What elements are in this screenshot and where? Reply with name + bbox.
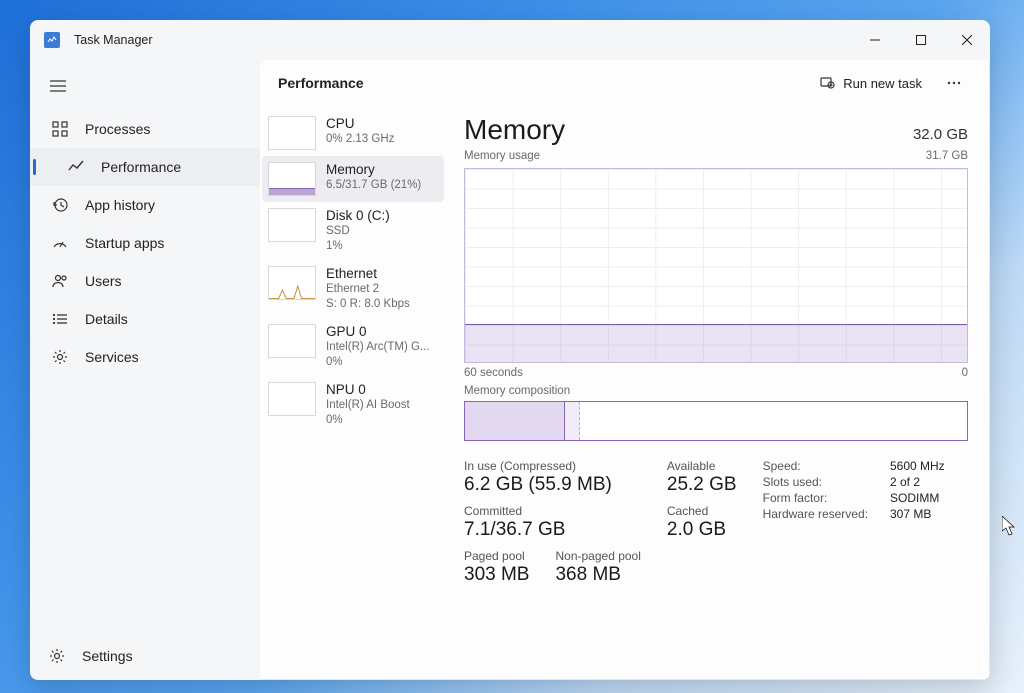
users-icon [51,272,69,290]
resource-gpu[interactable]: GPU 0 Intel(R) Arc(TM) G... 0% [262,318,444,376]
cpu-thumb [268,116,316,150]
nav-label: Performance [101,159,181,175]
minimize-button[interactable] [852,20,898,60]
nav-services[interactable]: Services [30,338,260,376]
main-header: Performance Run new task [260,60,990,106]
resource-list: CPU 0% 2.13 GHz Memory 6.5/31.7 GB (21%) [260,106,450,680]
composition-bar[interactable] [464,401,968,441]
run-new-task-button[interactable]: Run new task [809,68,932,99]
page-title: Performance [278,75,364,91]
maximize-button[interactable] [898,20,944,60]
nav-performance[interactable]: Performance [30,148,260,186]
nav-label: Services [85,349,139,365]
memory-usage-graph[interactable] [464,168,968,363]
resource-npu[interactable]: NPU 0 Intel(R) AI Boost 0% [262,376,444,434]
resource-sub: SSD [326,224,390,239]
usage-max: 31.7 GB [926,150,968,162]
available-label: Available [667,459,737,473]
chart-icon [67,158,85,176]
nav-settings[interactable]: Settings [30,636,260,676]
run-task-icon [819,74,835,93]
resource-title: GPU 0 [326,324,430,340]
nav-label: Processes [85,121,150,137]
close-button[interactable] [944,20,990,60]
gpu-thumb [268,324,316,358]
resource-title: Disk 0 (C:) [326,208,390,224]
run-task-label: Run new task [843,76,922,91]
resource-title: Memory [326,162,421,178]
composition-label: Memory composition [464,385,968,397]
nonpaged-value: 368 MB [555,564,640,586]
cached-value: 2.0 GB [667,519,737,541]
gauge-icon [51,234,69,252]
nav-label: Startup apps [85,235,164,251]
resource-sub: 1% [326,239,390,254]
inuse-value: 6.2 GB (55.9 MB) [464,474,641,496]
nav-app-history[interactable]: App history [30,186,260,224]
cached-label: Cached [667,504,737,518]
nav-label: Details [85,311,128,327]
resource-sub: Ethernet 2 [326,282,410,297]
committed-label: Committed [464,504,641,518]
nav-users[interactable]: Users [30,262,260,300]
nav-details[interactable]: Details [30,300,260,338]
titlebar[interactable]: Task Manager [30,20,990,60]
resource-sub: Intel(R) AI Boost [326,398,410,413]
disk-thumb [268,208,316,242]
main-panel: Performance Run new task [260,60,990,680]
task-manager-window: Task Manager Processes Performance App [30,20,990,680]
resource-sub: 6.5/31.7 GB (21%) [326,178,421,193]
history-icon [51,196,69,214]
resource-memory[interactable]: Memory 6.5/31.7 GB (21%) [262,156,444,202]
cursor-icon [1002,516,1016,536]
app-icon [44,32,60,48]
list-icon [51,310,69,328]
gear-icon [51,348,69,366]
resource-sub: 0% 2.13 GHz [326,132,394,147]
nav-label: Settings [82,648,133,664]
committed-value: 7.1/36.7 GB [464,519,641,541]
nav-label: App history [85,197,155,213]
axis-left: 60 seconds [464,367,523,379]
axis-right: 0 [962,367,968,379]
paged-label: Paged pool [464,549,529,563]
inuse-label: In use (Compressed) [464,459,641,473]
resource-sub: Intel(R) Arc(TM) G... [326,340,430,355]
resource-sub: 0% [326,413,410,428]
resource-title: CPU [326,116,394,132]
memory-thumb [268,162,316,196]
paged-value: 303 MB [464,564,529,586]
detail-title: Memory [464,114,565,146]
npu-thumb [268,382,316,416]
resource-title: Ethernet [326,266,410,282]
memory-stats: In use (Compressed) 6.2 GB (55.9 MB) Com… [464,459,968,594]
detail-pane: Memory 32.0 GB Memory usage 31.7 GB 60 s… [450,106,990,680]
available-value: 25.2 GB [667,474,737,496]
resource-title: NPU 0 [326,382,410,398]
detail-capacity: 32.0 GB [913,126,968,143]
hamburger-button[interactable] [38,68,78,104]
nav-label: Users [85,273,122,289]
resource-sub: S: 0 R: 8.0 Kbps [326,297,410,312]
grid-icon [51,120,69,138]
ethernet-thumb [268,266,316,300]
nav-startup-apps[interactable]: Startup apps [30,224,260,262]
more-button[interactable] [936,67,972,99]
window-title: Task Manager [74,33,153,47]
resource-disk[interactable]: Disk 0 (C:) SSD 1% [262,202,444,260]
resource-sub: 0% [326,355,430,370]
resource-ethernet[interactable]: Ethernet Ethernet 2 S: 0 R: 8.0 Kbps [262,260,444,318]
nav-rail: Processes Performance App history Startu… [30,60,260,680]
settings-icon [48,647,66,665]
nav-processes[interactable]: Processes [30,110,260,148]
resource-cpu[interactable]: CPU 0% 2.13 GHz [262,110,444,156]
usage-label: Memory usage [464,150,540,162]
nonpaged-label: Non-paged pool [555,549,640,563]
memory-properties: Speed:5600 MHz Slots used:2 of 2 Form fa… [763,459,945,521]
